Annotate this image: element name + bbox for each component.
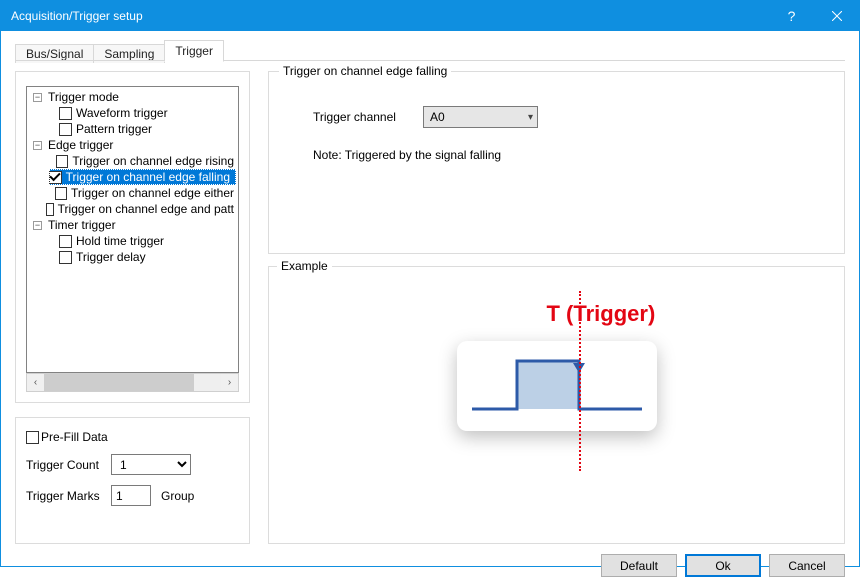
tree-label: Hold time trigger — [74, 233, 166, 249]
dialog-footer: Default Ok Cancel — [1, 554, 859, 587]
scroll-left-icon[interactable]: ‹ — [27, 374, 44, 391]
scroll-track[interactable] — [44, 374, 221, 391]
checkbox[interactable] — [59, 235, 72, 248]
tree-node-trigger-mode[interactable]: − Trigger mode — [31, 89, 236, 105]
tree-node-hold-time[interactable]: Hold time trigger — [31, 233, 236, 249]
trigger-detail-group: Trigger on channel edge falling Trigger … — [268, 71, 845, 254]
checkbox[interactable] — [59, 123, 72, 136]
tab-label: Trigger — [175, 44, 213, 58]
tree-label: Trigger delay — [74, 249, 148, 265]
trigger-count-row: Trigger Count 1 — [26, 454, 239, 475]
trigger-count-label: Trigger Count — [26, 458, 111, 472]
close-icon — [832, 11, 842, 21]
example-stage: T (Trigger) — [283, 281, 830, 491]
tab-strip: Bus/Signal Sampling Trigger — [15, 39, 845, 61]
panes: − Trigger mode Waveform trigger — [15, 61, 845, 544]
selected-wrap: Trigger on channel edge falling — [49, 169, 236, 185]
trigger-marks-row: Trigger Marks Group — [26, 485, 239, 506]
options-group: Pre-Fill Data Trigger Count 1 Trigger Ma… — [15, 417, 250, 544]
tree-node-edge-trigger[interactable]: − Edge trigger — [31, 137, 236, 153]
tree-label: Timer trigger — [46, 217, 118, 233]
tree-node-edge-falling[interactable]: Trigger on channel edge falling — [31, 169, 236, 185]
tab-label: Sampling — [104, 47, 154, 61]
checkbox[interactable] — [59, 107, 72, 120]
channel-select[interactable]: A0 ▾ — [423, 106, 538, 128]
trigger-count-select[interactable]: 1 — [111, 454, 191, 475]
checkbox[interactable] — [46, 203, 54, 216]
trigger-line — [579, 291, 581, 471]
example-legend: Example — [277, 259, 332, 273]
tree-label: Trigger on channel edge and patt — [56, 201, 236, 217]
tree-label: Trigger mode — [46, 89, 121, 105]
tree-node-edge-rising[interactable]: Trigger on channel edge rising — [31, 153, 236, 169]
dialog-window: Acquisition/Trigger setup ? Bus/Signal S… — [0, 0, 860, 567]
titlebar: Acquisition/Trigger setup ? — [1, 1, 859, 31]
window-title: Acquisition/Trigger setup — [11, 9, 769, 23]
tree-label: Pattern trigger — [74, 121, 154, 137]
button-label: Default — [620, 559, 658, 573]
tree-node-trigger-delay[interactable]: Trigger delay — [31, 249, 236, 265]
trigger-marks-input[interactable] — [111, 485, 151, 506]
prefill-label: Pre-Fill Data — [41, 430, 108, 444]
cancel-button[interactable]: Cancel — [769, 554, 845, 577]
checkbox[interactable] — [49, 171, 62, 184]
checkbox[interactable] — [56, 155, 68, 168]
tree-hscrollbar[interactable]: ‹ › — [26, 373, 239, 392]
prefill-row: Pre-Fill Data — [26, 430, 239, 444]
tree-node-waveform[interactable]: Waveform trigger — [31, 105, 236, 121]
right-column: Trigger on channel edge falling Trigger … — [268, 71, 845, 544]
channel-row: Trigger channel A0 ▾ — [313, 106, 830, 128]
default-button[interactable]: Default — [601, 554, 677, 577]
tree-node-edge-and-patt[interactable]: Trigger on channel edge and patt — [31, 201, 236, 217]
tree-label: Waveform trigger — [74, 105, 170, 121]
detail-legend: Trigger on channel edge falling — [279, 64, 451, 78]
chevron-down-icon: ▾ — [528, 112, 533, 123]
checkbox[interactable] — [55, 187, 67, 200]
example-group: Example T (Trigger) — [268, 266, 845, 544]
button-label: Cancel — [788, 559, 825, 573]
scroll-thumb[interactable] — [44, 374, 194, 391]
tree-node-edge-either[interactable]: Trigger on channel edge either — [31, 185, 236, 201]
ok-button[interactable]: Ok — [685, 554, 761, 577]
tab-trigger[interactable]: Trigger — [164, 40, 224, 62]
tree-inner: − Trigger mode Waveform trigger — [27, 87, 238, 267]
collapse-icon[interactable]: − — [33, 93, 42, 102]
tree-label: Trigger on channel edge either — [69, 185, 236, 201]
button-label: Ok — [715, 559, 730, 573]
tab-label: Bus/Signal — [26, 47, 83, 61]
example-card — [457, 341, 657, 431]
trigger-tree[interactable]: − Trigger mode Waveform trigger — [26, 86, 239, 373]
tree-node-timer-trigger[interactable]: − Timer trigger — [31, 217, 236, 233]
prefill-checkbox[interactable] — [26, 431, 39, 444]
left-column: − Trigger mode Waveform trigger — [15, 71, 250, 544]
tab-underline — [15, 60, 845, 61]
detail-note: Note: Triggered by the signal falling — [313, 148, 830, 162]
tree-node-pattern[interactable]: Pattern trigger — [31, 121, 236, 137]
waveform-icon — [457, 341, 657, 431]
trigger-marks-unit: Group — [161, 489, 194, 503]
scroll-right-icon[interactable]: › — [221, 374, 238, 391]
tree-label: Edge trigger — [46, 137, 115, 153]
help-button[interactable]: ? — [769, 1, 814, 31]
trigger-tree-group: − Trigger mode Waveform trigger — [15, 71, 250, 403]
dialog-body: Bus/Signal Sampling Trigger − Trigger mo… — [1, 31, 859, 554]
trigger-marks-label: Trigger Marks — [26, 489, 111, 503]
close-button[interactable] — [814, 1, 859, 31]
tree-label: Trigger on channel edge falling — [64, 169, 232, 185]
checkbox[interactable] — [59, 251, 72, 264]
channel-value: A0 — [430, 110, 445, 124]
channel-label: Trigger channel — [313, 110, 423, 124]
example-title: T (Trigger) — [547, 301, 656, 327]
collapse-icon[interactable]: − — [33, 221, 42, 230]
tree-label: Trigger on channel edge rising — [70, 153, 236, 169]
collapse-icon[interactable]: − — [33, 141, 42, 150]
